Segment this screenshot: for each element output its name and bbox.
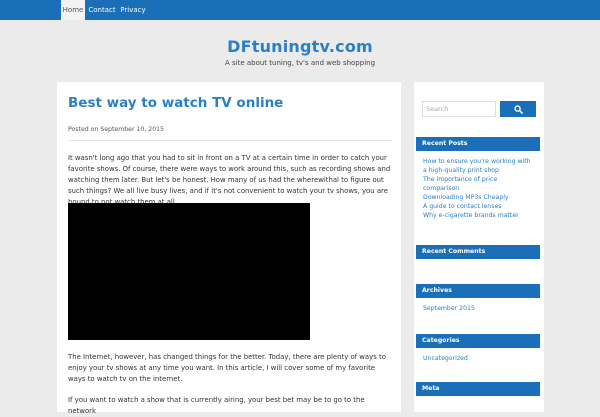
site-title[interactable]: DFtuningtv.com [0,37,600,56]
recent-posts-heading: Recent Posts [416,137,540,151]
recent-post-link[interactable]: A guide to contact lenses [423,202,535,211]
recent-post-link[interactable]: How to ensure you're working with a high… [423,157,535,175]
nav-contact[interactable]: Contact [88,0,116,20]
search-button[interactable] [500,101,536,117]
post-paragraph: The Internet, however, has changed thing… [68,353,386,383]
site-description: A site about tuning, tv's and web shoppi… [224,59,376,67]
categories-heading: Categories [416,334,540,348]
search-icon [513,104,523,114]
recent-comments-heading: Recent Comments [416,245,540,259]
video-embed[interactable] [68,203,310,340]
archives-list: September 2015 [423,304,535,313]
categories-list: Uncategorized [423,354,535,363]
post-paragraph: It wasn't long ago that you had to sit i… [68,154,391,206]
recent-posts-list: How to ensure you're working with a high… [423,157,535,220]
post-paragraph: If you want to watch a show that is curr… [68,396,365,415]
category-link[interactable]: Uncategorized [423,354,535,363]
post-header-divider [68,140,392,141]
recent-post-link[interactable]: Why e-cigarette brands matter [423,211,535,220]
top-nav-bar: Home Contact Privacy [0,0,600,20]
sidebar: Recent Posts How to ensure you're workin… [414,82,544,412]
main-content: Best way to watch TV online Posted on Se… [57,82,401,415]
archives-heading: Archives [416,284,540,298]
archive-link[interactable]: September 2015 [423,304,535,313]
nav-home[interactable]: Home [61,0,85,20]
search-input[interactable] [422,101,496,117]
meta-heading: Meta [416,382,540,396]
recent-post-link[interactable]: Downloading MP3s Cheaply [423,193,535,202]
post-title[interactable]: Best way to watch TV online [68,95,283,111]
recent-post-link[interactable]: The importance of price comparison [423,175,535,193]
nav-privacy[interactable]: Privacy [119,0,147,20]
post-date: Posted on September 10, 2015 [68,126,165,133]
